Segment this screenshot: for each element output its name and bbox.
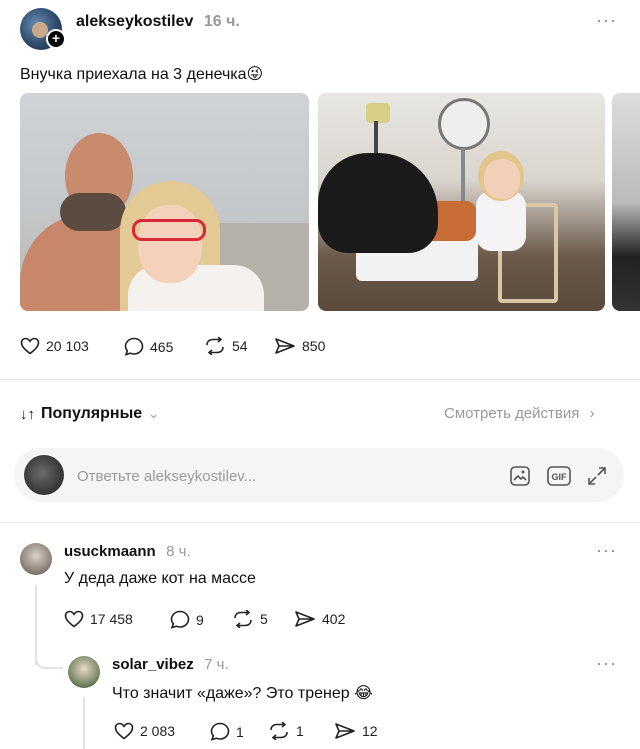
thread-line [83, 697, 85, 749]
like-count: 17 458 [90, 611, 133, 627]
follow-plus-icon[interactable]: + [46, 29, 66, 49]
chevron-right-icon: › [589, 405, 595, 422]
comment-header: usuckmaann 8 ч. [64, 543, 191, 561]
reply-input[interactable]: Ответьте alekseykostilev... [77, 468, 256, 485]
svg-text:GIF: GIF [552, 472, 568, 482]
lamp-shape [366, 103, 390, 123]
comment-username[interactable]: solar_vibez [112, 656, 194, 673]
repost-icon [270, 722, 288, 740]
comment-time: 7 ч. [204, 656, 229, 673]
comment-reply-button[interactable]: 9 [170, 610, 204, 629]
post-text: Внучка приехала на 3 денечка😜 [20, 64, 263, 84]
comment-bubble-icon [170, 610, 190, 629]
comment-reply-button[interactable]: 1 [210, 722, 244, 741]
comment-repost-button[interactable]: 5 [232, 610, 268, 628]
divider [0, 522, 640, 523]
comment-button[interactable]: 465 [124, 337, 173, 356]
girl-glasses-shape [132, 219, 206, 241]
comment-like-button[interactable]: 2 083 [114, 722, 175, 740]
heart-icon [20, 337, 40, 355]
post-photo-1[interactable] [20, 93, 309, 311]
repost-button[interactable]: 54 [204, 337, 248, 355]
share-button[interactable]: 850 [274, 337, 325, 355]
share-count: 12 [362, 723, 378, 739]
send-icon [275, 338, 295, 354]
sort-icon: ↓↑ [20, 405, 35, 423]
expand-icon[interactable] [585, 464, 609, 488]
sort-label: Популярные [41, 405, 143, 422]
thread-connector [35, 650, 63, 669]
post-author[interactable]: alekseykostilev 16 ч. [76, 13, 240, 31]
comment-share-button[interactable]: 402 [294, 610, 345, 628]
divider [0, 379, 640, 380]
repost-count: 1 [296, 723, 304, 739]
like-count: 2 083 [140, 723, 176, 739]
image-icon[interactable] [508, 464, 532, 488]
post-photo-2[interactable] [318, 93, 605, 311]
comment-header: solar_vibez 7 ч. [112, 656, 229, 674]
post-emoji: 😜 [246, 66, 264, 83]
comment-bubble-icon [210, 722, 230, 741]
share-count: 850 [302, 338, 326, 354]
repost-icon [234, 610, 252, 628]
chevron-down-icon: ⌄ [148, 406, 160, 421]
post-more-icon[interactable]: ··· [596, 10, 617, 31]
comment-time: 8 ч. [166, 543, 191, 560]
man-beard-shape [60, 193, 126, 231]
comment-text-body: Что значит «даже»? Это тренер [112, 685, 350, 702]
view-activity-label: Смотреть действия [444, 405, 580, 422]
comment-more-icon[interactable]: ··· [596, 540, 617, 561]
repost-count: 54 [232, 338, 248, 354]
comment-avatar[interactable] [20, 543, 52, 575]
comment-bubble-icon [124, 337, 144, 356]
share-count: 402 [322, 611, 346, 627]
girl-face-shape [484, 159, 520, 199]
post-photo-3[interactable] [612, 93, 640, 311]
post-username[interactable]: alekseykostilev [76, 13, 193, 30]
comment-text: У деда даже кот на массе [64, 570, 256, 587]
post-text-body: Внучка приехала на 3 денечка [20, 66, 247, 83]
cat-shape [318, 153, 438, 253]
repost-icon [206, 337, 224, 355]
fan-shape [438, 98, 490, 150]
comment-more-icon[interactable]: ··· [596, 653, 617, 674]
comment-repost-button[interactable]: 1 [268, 722, 304, 740]
send-icon [335, 723, 355, 739]
girl-face-shape [138, 205, 202, 283]
repost-count: 5 [260, 611, 268, 627]
post-time: 16 ч. [203, 13, 240, 30]
comment-count: 465 [150, 338, 174, 355]
comment-share-button[interactable]: 12 [334, 722, 378, 740]
comment-emoji: 😂 [354, 685, 373, 702]
like-button[interactable]: 20 103 [20, 337, 89, 355]
heart-icon [114, 722, 134, 740]
view-activity-link[interactable]: Смотреть действия › [444, 405, 595, 422]
sort-dropdown[interactable]: ↓↑ Популярные ⌄ [20, 405, 159, 423]
like-count: 20 103 [46, 338, 89, 354]
send-icon [295, 611, 315, 627]
comment-count: 1 [236, 723, 244, 740]
comment-count: 9 [196, 611, 204, 628]
gif-icon[interactable]: GIF [546, 464, 572, 488]
comment-text: Что значит «даже»? Это тренер 😂 [112, 683, 373, 703]
comment-like-button[interactable]: 17 458 [64, 610, 133, 628]
comment-avatar[interactable] [68, 656, 100, 688]
comment-username[interactable]: usuckmaann [64, 543, 156, 560]
current-user-avatar [24, 455, 64, 495]
heart-icon [64, 610, 84, 628]
